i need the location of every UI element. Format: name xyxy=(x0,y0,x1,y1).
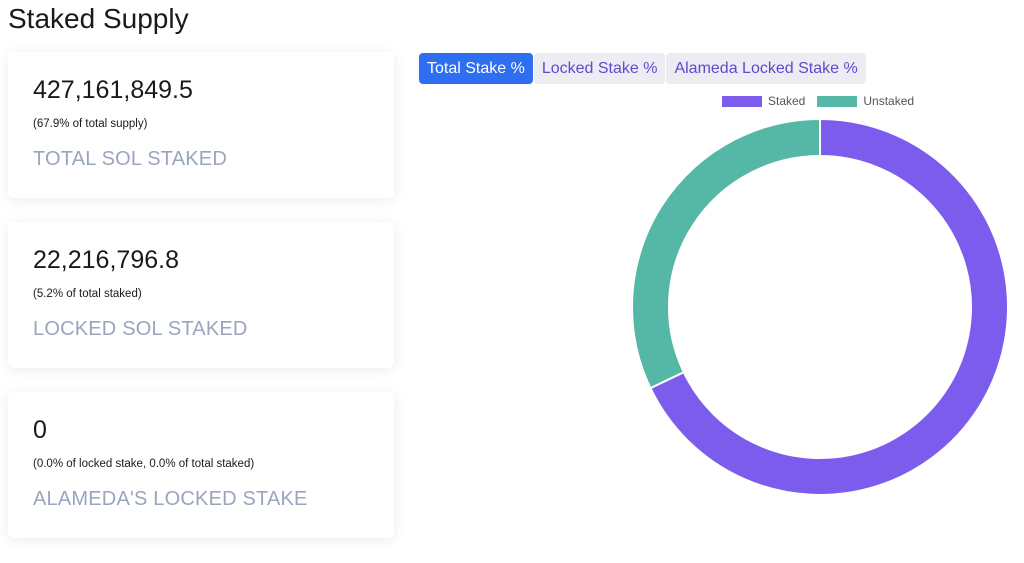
legend-label-unstaked: Unstaked xyxy=(863,94,915,108)
tab-alameda-locked-stake[interactable]: Alameda Locked Stake % xyxy=(666,53,866,84)
alameda-locked-stake-label: ALAMEDA'S LOCKED STAKE xyxy=(33,488,308,510)
tab-total-stake[interactable]: Total Stake % xyxy=(419,53,533,84)
locked-sol-staked-card: 22,216,796.8 (5.2% of total staked) LOCK… xyxy=(8,222,394,368)
locked-sol-staked-label: LOCKED SOL STAKED xyxy=(33,318,248,340)
locked-sol-staked-value: 22,216,796.8 xyxy=(33,246,179,274)
page-title: Staked Supply xyxy=(8,3,189,34)
legend-item-unstaked[interactable]: Unstaked xyxy=(817,94,914,108)
total-sol-staked-card: 427,161,849.5 (67.9% of total supply) TO… xyxy=(8,52,394,198)
total-sol-staked-label: TOTAL SOL STAKED xyxy=(33,148,227,170)
alameda-locked-stake-card: 0 (0.0% of locked stake, 0.0% of total s… xyxy=(8,392,394,538)
legend-label-staked: Staked xyxy=(768,94,806,108)
tab-locked-stake[interactable]: Locked Stake % xyxy=(533,53,666,84)
stake-donut-chart xyxy=(631,117,1009,496)
alameda-locked-stake-subtext: (0.0% of locked stake, 0.0% of total sta… xyxy=(33,458,255,470)
legend-swatch-staked xyxy=(722,95,762,107)
alameda-locked-stake-value: 0 xyxy=(33,416,47,444)
chart-tabs: Total Stake % Locked Stake % Alameda Loc… xyxy=(419,53,867,84)
legend-item-staked[interactable]: Staked xyxy=(722,94,805,108)
donut-slice-unstaked[interactable] xyxy=(631,117,821,390)
legend-swatch-unstaked xyxy=(817,95,858,107)
total-sol-staked-value: 427,161,849.5 xyxy=(33,76,193,104)
total-sol-staked-subtext: (67.9% of total supply) xyxy=(33,118,148,130)
locked-sol-staked-subtext: (5.2% of total staked) xyxy=(33,288,142,300)
chart-legend: Staked Unstaked xyxy=(722,94,926,108)
